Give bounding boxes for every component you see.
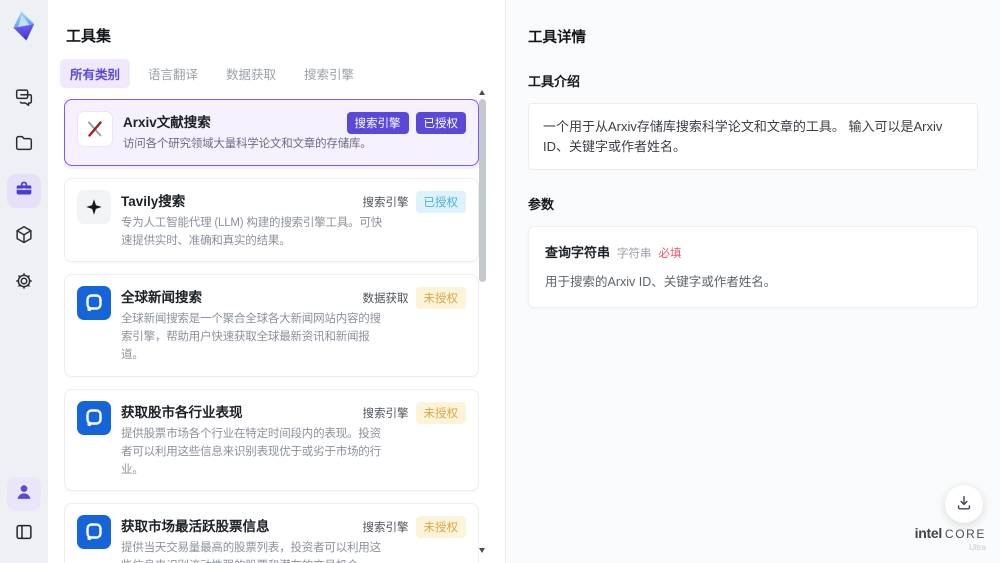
- category-badge: 搜索引擎: [362, 407, 409, 420]
- intel-wordmark: intel: [914, 525, 943, 541]
- tool-badges: 搜索引擎 已授权: [362, 190, 466, 213]
- category-badge: 搜索引擎: [362, 196, 409, 209]
- news-search-icon: [77, 286, 111, 321]
- sidebar-item-toolbox[interactable]: [7, 174, 41, 208]
- chat-icon: [13, 86, 35, 113]
- list-scrollbar[interactable]: [478, 90, 487, 553]
- category-tab-3[interactable]: 搜索引擎: [294, 59, 364, 88]
- sidebar-item-plugins[interactable]: [7, 220, 41, 254]
- tool-description: 访问各个研究领域大量科学论文和文章的存储库。: [123, 138, 372, 150]
- cube-icon: [13, 224, 35, 251]
- sidebar-item-files[interactable]: [7, 128, 41, 162]
- auth-status-badge: 未授权: [415, 401, 466, 424]
- download-icon: [954, 493, 974, 516]
- sidebar-item-chat[interactable]: [7, 82, 41, 116]
- tool-badges: 搜索引擎 已授权: [346, 112, 466, 134]
- app-window: 工具集 所有类别 语言翻译 数据获取 搜索引擎 Arxiv文献搜索 访问各个研究领域大…: [0, 0, 1000, 563]
- auth-status-badge: 已授权: [415, 190, 466, 213]
- tool-badges: 搜索引擎 未授权: [362, 401, 466, 424]
- category-tab-1[interactable]: 语言翻译: [138, 59, 208, 88]
- news-search-icon: [77, 400, 111, 435]
- sparkle-icon: [77, 189, 111, 224]
- toolbox-icon: [13, 178, 35, 205]
- ultra-wordmark: Ultra: [969, 543, 986, 552]
- tool-badges: 搜索引擎 未授权: [362, 516, 466, 539]
- intel-core-logo: intel core Ultra: [915, 526, 986, 552]
- user-icon: [13, 481, 35, 508]
- tool-name: 获取股市各行业表现: [121, 404, 243, 420]
- app-logo-icon: [5, 8, 43, 46]
- tool-card[interactable]: 全球新闻搜索 全球新闻搜索是一个聚合全球各大新闻网站内容的搜索引擎，帮助用户快速…: [64, 274, 479, 377]
- tool-description: 提供股票市场各个行业在特定时间段内的表现。投资者可以利用这些信息来识别表现优于或…: [121, 427, 381, 476]
- gear-icon: [13, 270, 35, 297]
- arxiv-icon: [77, 111, 113, 147]
- tool-card[interactable]: 获取股市各行业表现 提供股票市场各个行业在特定时间段内的表现。投资者可以利用这些…: [64, 388, 479, 492]
- tool-description: 专为人工智能代理 (LLM) 构建的搜索引擎工具。可快速提供实时、准确和真实的结…: [121, 216, 383, 247]
- sidebar-item-account[interactable]: [7, 477, 41, 511]
- tool-description: 全球新闻搜索是一个聚合全球各大新闻网站内容的搜索引擎，帮助用户快速获取全球最新资…: [121, 313, 381, 362]
- params-heading: 参数: [528, 197, 555, 212]
- scroll-down-arrow[interactable]: [479, 548, 485, 553]
- sidebar-item-collapse[interactable]: [7, 517, 41, 551]
- category-tab-2[interactable]: 数据获取: [216, 59, 286, 88]
- core-wordmark: core: [944, 527, 986, 541]
- left-sidebar: [0, 0, 48, 563]
- tool-badges: 数据获取 未授权: [362, 287, 466, 310]
- folder-icon: [13, 132, 35, 159]
- category-tabs: 所有类别 语言翻译 数据获取 搜索引擎: [60, 59, 505, 88]
- category-tab-0[interactable]: 所有类别: [60, 59, 131, 88]
- news-search-icon: [77, 515, 111, 550]
- tool-name: Tavily搜索: [121, 193, 186, 209]
- auth-status-badge: 未授权: [415, 287, 466, 310]
- detail-title: 工具详情: [528, 30, 586, 46]
- tool-name: 全球新闻搜索: [121, 290, 202, 306]
- tool-name: 获取市场最活跃股票信息: [121, 519, 270, 535]
- tool-description: 提供当天交易量最高的股票列表，投资者可以利用这些信息来识别流动性强的股票和潜在的…: [121, 542, 381, 563]
- page-title: 工具集: [66, 28, 112, 45]
- sidebar-footer: [7, 477, 41, 551]
- param-required-badge: 必填: [658, 248, 682, 260]
- category-badge: 搜索引擎: [346, 112, 409, 134]
- intro-heading: 工具介绍: [528, 74, 581, 89]
- scrollbar-thumb[interactable]: [479, 99, 486, 282]
- sidebar-nav: [7, 82, 41, 300]
- download-button[interactable]: [945, 485, 983, 523]
- parameter-card: 查询字符串 字符串 必填 用于搜索的Arxiv ID、关键字或作者姓名。: [528, 226, 978, 308]
- param-description: 用于搜索的Arxiv ID、关键字或作者姓名。: [545, 275, 777, 289]
- category-badge: 搜索引擎: [362, 522, 409, 535]
- tool-list: Arxiv文献搜索 访问各个研究领域大量科学论文和文章的存储库。 搜索引擎 已授…: [64, 99, 479, 563]
- tool-name: Arxiv文献搜索: [123, 115, 211, 130]
- intro-text: 一个用于从Arxiv存储库搜索科学论文和文章的工具。 输入可以是Arxiv ID…: [528, 103, 978, 170]
- scroll-up-arrow[interactable]: [479, 90, 485, 95]
- tool-detail-panel: 工具详情 工具介绍 一个用于从Arxiv存储库搜索科学论文和文章的工具。 输入可…: [505, 0, 1000, 563]
- panel-toggle-icon: [13, 521, 35, 548]
- auth-status-badge: 已授权: [415, 112, 466, 134]
- category-badge: 数据获取: [362, 293, 409, 306]
- param-name: 查询字符串: [545, 245, 611, 260]
- tool-card[interactable]: 获取市场最活跃股票信息 提供当天交易量最高的股票列表，投资者可以利用这些信息来识…: [64, 503, 479, 563]
- tool-card[interactable]: Tavily搜索 专为人工智能代理 (LLM) 构建的搜索引擎工具。可快速提供实…: [64, 177, 479, 263]
- tool-list-panel: 工具集 所有类别 语言翻译 数据获取 搜索引擎 Arxiv文献搜索 访问各个研究领域大…: [48, 0, 505, 563]
- sidebar-item-settings[interactable]: [7, 266, 41, 300]
- tool-card[interactable]: Arxiv文献搜索 访问各个研究领域大量科学论文和文章的存储库。 搜索引擎 已授…: [64, 99, 479, 166]
- param-type: 字符串: [617, 248, 652, 260]
- auth-status-badge: 未授权: [415, 516, 466, 539]
